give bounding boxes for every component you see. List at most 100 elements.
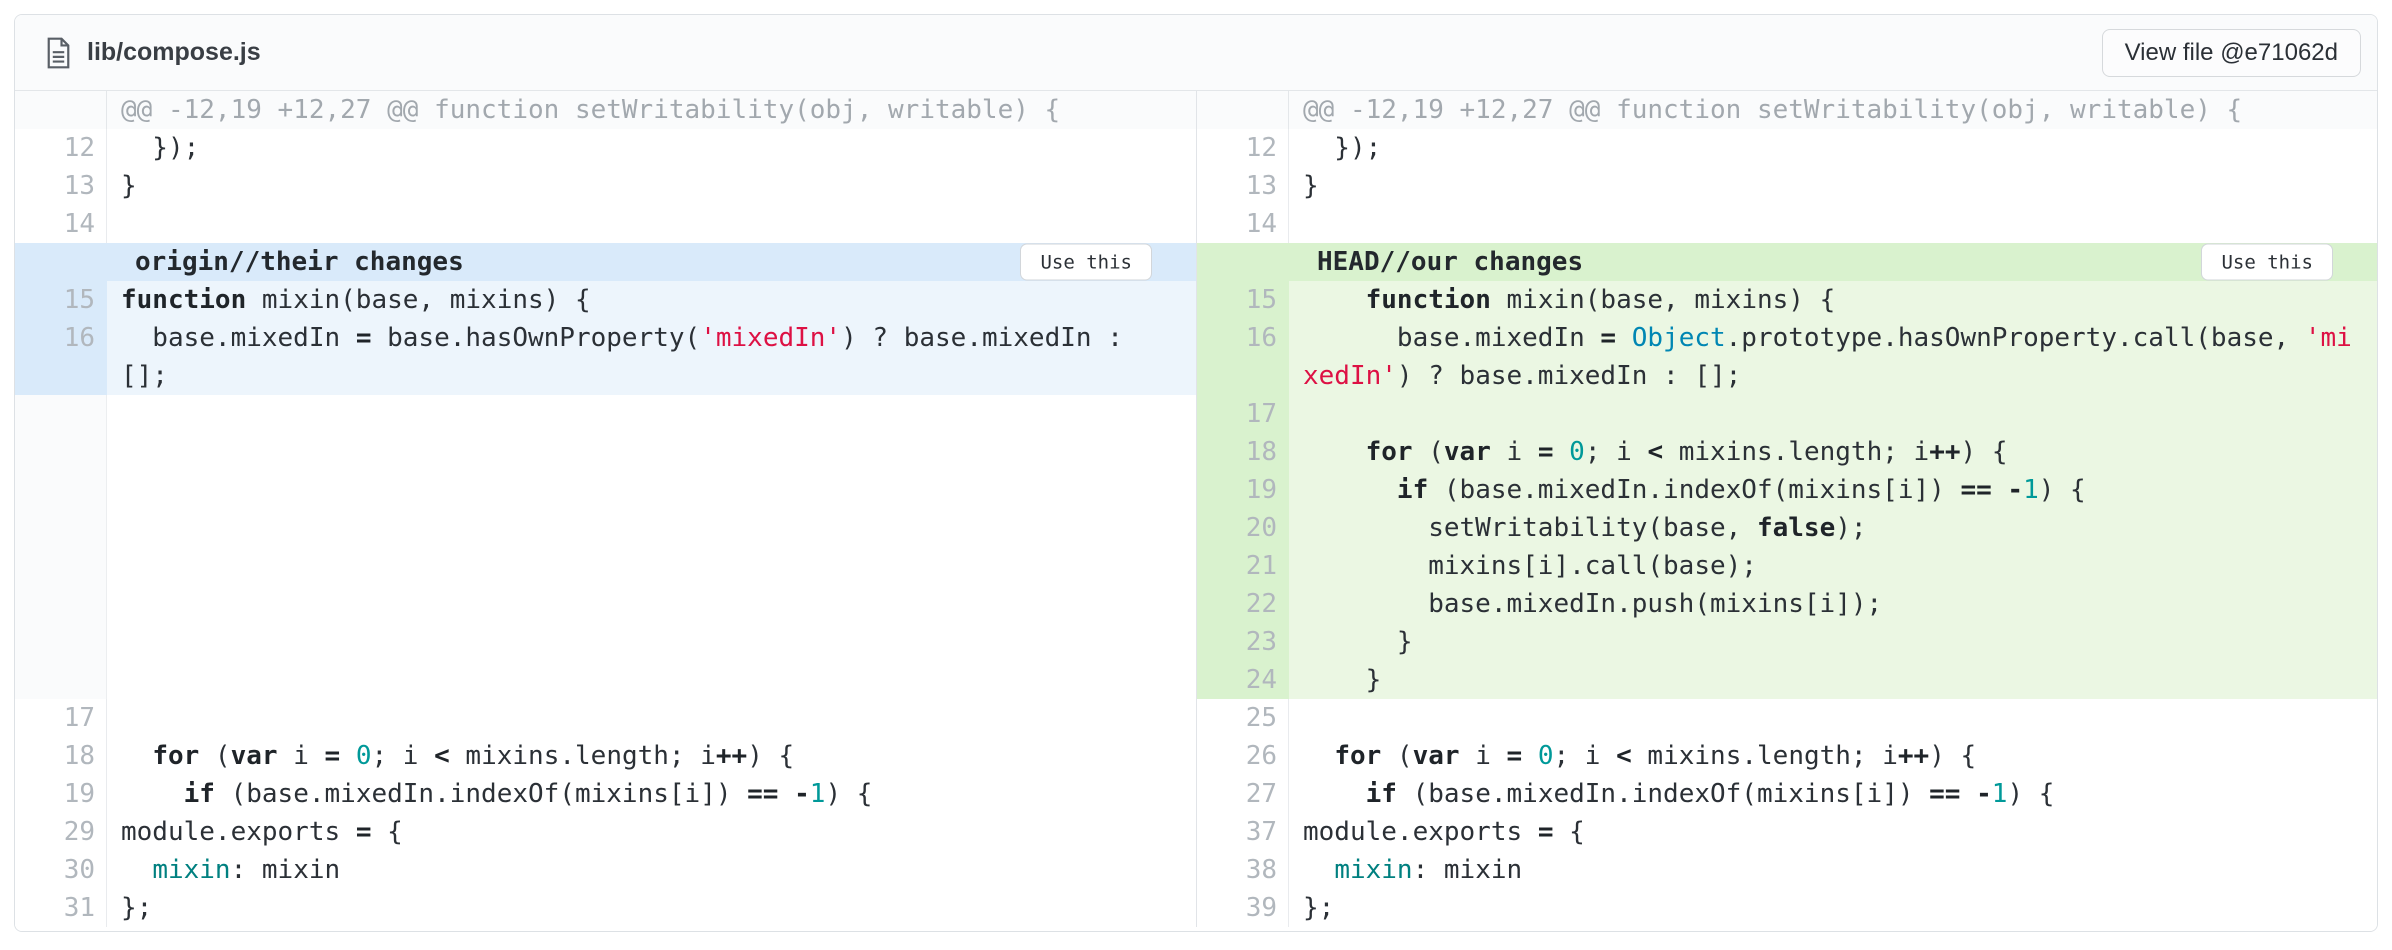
file-conflict-card: lib/compose.js View file @e71062d @@ -12… <box>14 14 2378 932</box>
code-token: (base.mixedIn.indexOf(mixins[i]) <box>1428 475 1960 505</box>
code-token: }); <box>121 133 199 163</box>
line-number: 30 <box>15 851 107 889</box>
line-number: 24 <box>1197 661 1289 699</box>
view-file-button[interactable]: View file @e71062d <box>2102 29 2361 77</box>
code-line: module.exports = { <box>107 813 1196 851</box>
code-token-k: < <box>434 741 450 771</box>
code-token: i <box>1460 741 1507 771</box>
code-line: base.mixedIn.push(mixins[i]); <box>1289 585 2377 623</box>
code-line: if (base.mixedIn.indexOf(mixins[i]) == -… <box>107 775 1196 813</box>
code-token: mixins.length; i <box>1632 741 1898 771</box>
code-line <box>107 699 1196 737</box>
conflict-banner-label: HEAD//our changes <box>1317 247 1583 277</box>
line-number: 18 <box>15 737 107 775</box>
line-number: 19 <box>15 775 107 813</box>
code-line: } <box>1289 661 2377 699</box>
line-number: 26 <box>1197 737 1289 775</box>
code-line: mixin: mixin <box>107 851 1196 889</box>
alignment-spacer <box>15 395 1196 699</box>
line-number <box>1197 357 1289 395</box>
code-row: 15 function mixin(base, mixins) { <box>1197 281 2377 319</box>
code-line: }); <box>1289 129 2377 167</box>
code-line: mixin: mixin <box>1289 851 2377 889</box>
code-token: ) { <box>1929 741 1976 771</box>
code-token <box>121 855 152 885</box>
code-row: 38 mixin: mixin <box>1197 851 2377 889</box>
code-token-k: ++ <box>716 741 747 771</box>
spacer-body <box>107 395 1196 699</box>
code-token: } <box>1303 171 1319 201</box>
code-line: }); <box>107 129 1196 167</box>
code-token-k: < <box>1647 437 1663 467</box>
code-token-k: - <box>2007 475 2023 505</box>
code-token: { <box>371 817 402 847</box>
code-token: }; <box>121 893 152 923</box>
code-token: : mixin <box>1413 855 1523 885</box>
use-this-button[interactable]: Use this <box>1020 244 1152 281</box>
code-line: }; <box>107 889 1196 927</box>
code-row: 39}; <box>1197 889 2377 927</box>
code-token-n: 0 <box>356 741 372 771</box>
code-token-k: = <box>356 817 372 847</box>
use-this-button[interactable]: Use this <box>2201 244 2333 281</box>
hunk-text: @@ -12,19 +12,27 @@ function setWritabil… <box>1289 91 2377 129</box>
code-row: 31}; <box>15 889 1196 927</box>
file-icon <box>45 37 72 69</box>
code-token-k: = <box>1507 741 1523 771</box>
code-token: ) ? base.mixedIn : <box>841 323 1123 353</box>
code-row: 14 <box>15 205 1196 243</box>
code-line: } <box>1289 623 2377 661</box>
code-row: 13} <box>1197 167 2377 205</box>
code-row: 18 for (var i = 0; i < mixins.length; i+… <box>1197 433 2377 471</box>
code-line: for (var i = 0; i < mixins.length; i++) … <box>1289 433 2377 471</box>
code-row: 12 }); <box>1197 129 2377 167</box>
code-line: }; <box>1289 889 2377 927</box>
code-token-k: = <box>325 741 341 771</box>
line-number: 25 <box>1197 699 1289 737</box>
code-token: base.mixedIn.push(mixins[i]); <box>1303 589 1882 619</box>
code-token-s: xedIn' <box>1303 361 1397 391</box>
code-token: } <box>1303 665 1381 695</box>
code-token: mixin(base, mixins) { <box>246 285 590 315</box>
code-line: function mixin(base, mixins) { <box>107 281 1196 319</box>
code-token-k: = <box>356 323 372 353</box>
code-token-k: var <box>231 741 278 771</box>
line-number <box>15 357 107 395</box>
line-number: 13 <box>15 167 107 205</box>
diff-pane-theirs: @@ -12,19 +12,27 @@ function setWritabil… <box>15 91 1196 927</box>
code-token: (base.mixedIn.indexOf(mixins[i]) <box>1397 779 1929 809</box>
code-token-n: 1 <box>810 779 826 809</box>
line-number: 16 <box>1197 319 1289 357</box>
code-token-n: 1 <box>2023 475 2039 505</box>
code-token <box>340 741 356 771</box>
code-token: mixins.length; i <box>450 741 716 771</box>
spacer-gutter <box>15 395 107 699</box>
code-row: 13} <box>15 167 1196 205</box>
code-token-k: = <box>1600 323 1616 353</box>
line-number: 15 <box>1197 281 1289 319</box>
code-token <box>121 741 152 771</box>
code-token: ( <box>199 741 230 771</box>
code-token: (base.mixedIn.indexOf(mixins[i]) <box>215 779 747 809</box>
code-token: module.exports <box>121 817 356 847</box>
code-token-k: if <box>1366 779 1397 809</box>
code-token-k: false <box>1757 513 1835 543</box>
code-token: }); <box>1303 133 1381 163</box>
code-token: i <box>278 741 325 771</box>
code-token <box>1554 437 1570 467</box>
code-row: 30 mixin: mixin <box>15 851 1196 889</box>
code-row: 23 } <box>1197 623 2377 661</box>
code-row: 24 } <box>1197 661 2377 699</box>
code-token-n: 0 <box>1538 741 1554 771</box>
code-token: []; <box>121 361 168 391</box>
code-token: base.hasOwnProperty( <box>371 323 700 353</box>
line-number: 20 <box>1197 509 1289 547</box>
line-number: 39 <box>1197 889 1289 927</box>
code-token <box>1303 475 1397 505</box>
code-line: []; <box>107 357 1196 395</box>
code-token-k: - <box>1976 779 1992 809</box>
code-token-s: 'mixedIn' <box>700 323 841 353</box>
line-number: 37 <box>1197 813 1289 851</box>
code-token: ) { <box>1961 437 2008 467</box>
code-row: 14 <box>1197 205 2377 243</box>
